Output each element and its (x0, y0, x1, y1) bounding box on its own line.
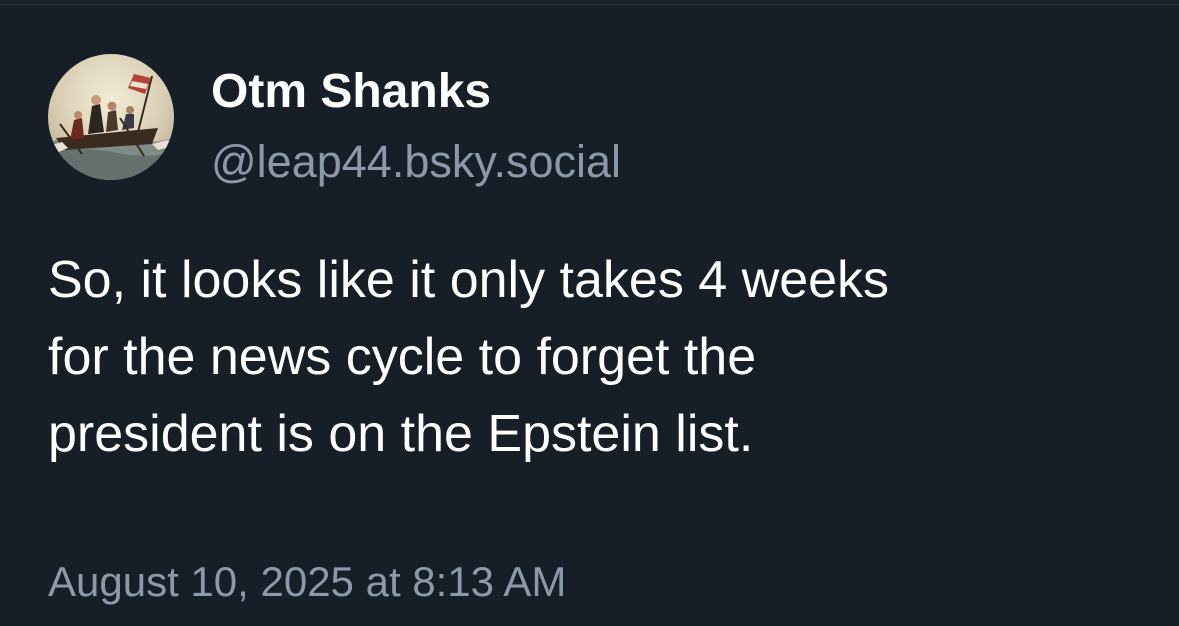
post-view: Otm Shanks @leap44.bsky.social So, it lo… (0, 0, 1179, 626)
post-text-line: president is on the Epstein list. (48, 405, 754, 463)
avatar[interactable] (48, 54, 174, 180)
painting-avatar-icon (48, 54, 174, 180)
top-divider (0, 0, 1179, 5)
post-timestamp: August 10, 2025 at 8:13 AM (48, 558, 567, 605)
author-display-name[interactable]: Otm Shanks (211, 62, 491, 122)
post-text-line: So, it looks like it only takes 4 weeks (48, 251, 890, 309)
post-text: So, it looks like it only takes 4 weeks … (48, 242, 1148, 473)
post-text-line: for the news cycle to forget the (48, 328, 757, 386)
author-handle[interactable]: @leap44.bsky.social (211, 132, 621, 192)
